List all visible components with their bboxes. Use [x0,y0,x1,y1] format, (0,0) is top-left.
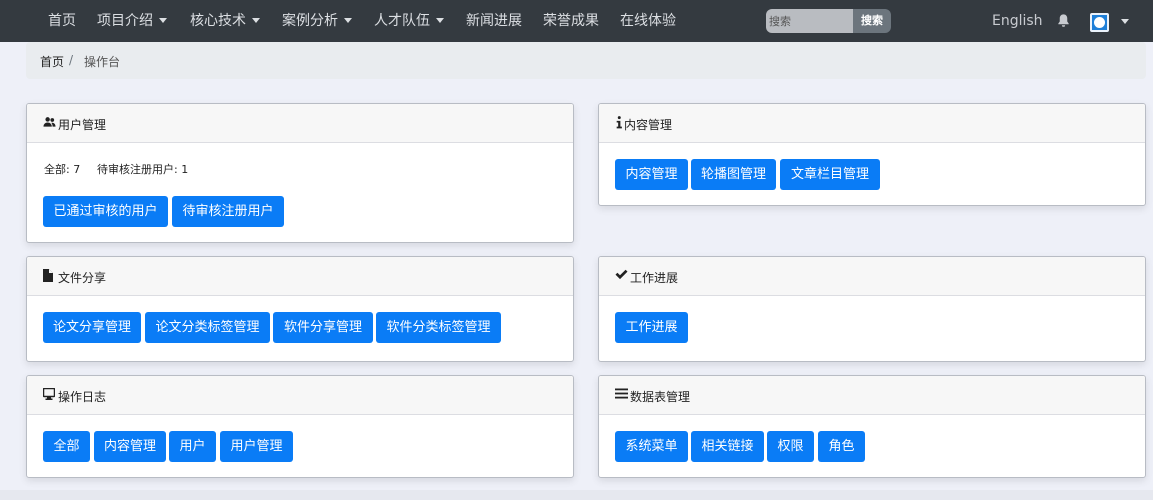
user-management-card: 用户管理 全部: 7 待审核注册用户: 1 已通过审核的用户 待审核注册用户 [26,103,574,243]
log-all-button[interactable]: 全部 [43,431,90,462]
file-sharing-card: 文件分享 论文分享管理 论文分类标签管理 软件分享管理 软件分类标签管理 [26,256,574,362]
users-icon [43,117,56,127]
breadcrumb: 首页 / 操作台 [26,42,1146,79]
log-user-manage-button[interactable]: 用户管理 [220,431,293,462]
nav-item-news[interactable]: 新闻进展 [466,0,522,42]
list-icon [615,388,628,399]
info-icon [616,116,622,129]
breadcrumb-separator: / [69,53,74,67]
user-count-pending: 待审核注册用户: 1 [97,163,189,176]
nav-item-home[interactable]: 首页 [48,0,76,42]
related-links-button[interactable]: 相关链接 [691,431,764,462]
card-title: 文件分享 [58,271,107,285]
nav-item-talent-team[interactable]: 人才队伍 [374,0,444,42]
user-avatar-icon[interactable] [1090,13,1109,32]
card-header: 操作日志 [27,376,573,415]
page-footer-strip [0,490,1153,500]
card-header: 内容管理 [599,104,1145,143]
card-title: 数据表管理 [630,390,691,404]
nav-item-case-analysis[interactable]: 案例分析 [282,0,352,42]
checkmark-icon [615,269,628,280]
permissions-button[interactable]: 权限 [767,431,814,462]
article-column-manage-button[interactable]: 文章栏目管理 [780,159,880,190]
work-progress-card: 工作进展 工作进展 [598,256,1146,362]
roles-button[interactable]: 角色 [818,431,865,462]
nav-item-honors[interactable]: 荣誉成果 [543,0,599,42]
nav-item-project-intro[interactable]: 项目介绍 [97,0,167,42]
log-content-manage-button[interactable]: 内容管理 [94,431,166,462]
card-title: 用户管理 [58,118,107,132]
card-header: 数据表管理 [599,376,1145,415]
user-count-all: 全部: 7 [44,163,81,176]
nav-item-online-demo[interactable]: 在线体验 [620,0,676,42]
chevron-down-icon[interactable] [1121,19,1129,24]
language-switch[interactable]: English [992,0,1043,42]
search-button[interactable]: 搜索 [853,9,891,33]
software-tag-manage-button[interactable]: 软件分类标签管理 [376,312,501,343]
pending-users-button[interactable]: 待审核注册用户 [172,196,284,227]
card-header: 文件分享 [27,257,573,296]
search-input[interactable] [766,9,856,33]
content-management-card: 内容管理 内容管理 轮播图管理 文章栏目管理 [598,103,1146,206]
carousel-manage-button[interactable]: 轮播图管理 [691,159,776,190]
card-header: 工作进展 [599,257,1145,296]
operation-log-card: 操作日志 全部 内容管理 用户 用户管理 [26,375,574,478]
file-icon [43,269,53,282]
card-title: 内容管理 [624,118,673,132]
chevron-down-icon [252,18,260,23]
paper-tag-manage-button[interactable]: 论文分类标签管理 [145,312,270,343]
monitor-icon [43,388,55,400]
data-table-card: 数据表管理 系统菜单 相关链接 权限 角色 [598,375,1146,478]
breadcrumb-current: 操作台 [84,55,121,69]
chevron-down-icon [436,18,444,23]
card-title: 操作日志 [58,390,107,404]
approved-users-button[interactable]: 已通过审核的用户 [43,196,168,227]
card-title: 工作进展 [630,271,679,285]
card-header: 用户管理 [27,104,573,143]
chevron-down-icon [159,18,167,23]
bell-icon[interactable] [1056,13,1071,28]
breadcrumb-home-link[interactable]: 首页 [40,53,64,70]
work-progress-button[interactable]: 工作进展 [615,312,688,343]
content-manage-button[interactable]: 内容管理 [615,159,688,190]
paper-share-manage-button[interactable]: 论文分享管理 [43,312,141,343]
log-user-button[interactable]: 用户 [169,431,216,462]
system-menu-button[interactable]: 系统菜单 [615,431,688,462]
nav-item-core-tech[interactable]: 核心技术 [190,0,260,42]
chevron-down-icon [344,18,352,23]
software-share-manage-button[interactable]: 软件分享管理 [273,312,373,343]
top-navbar: 首页 项目介绍 核心技术 案例分析 人才队伍 新闻进展 荣誉成果 在线体验 搜索… [0,0,1153,42]
